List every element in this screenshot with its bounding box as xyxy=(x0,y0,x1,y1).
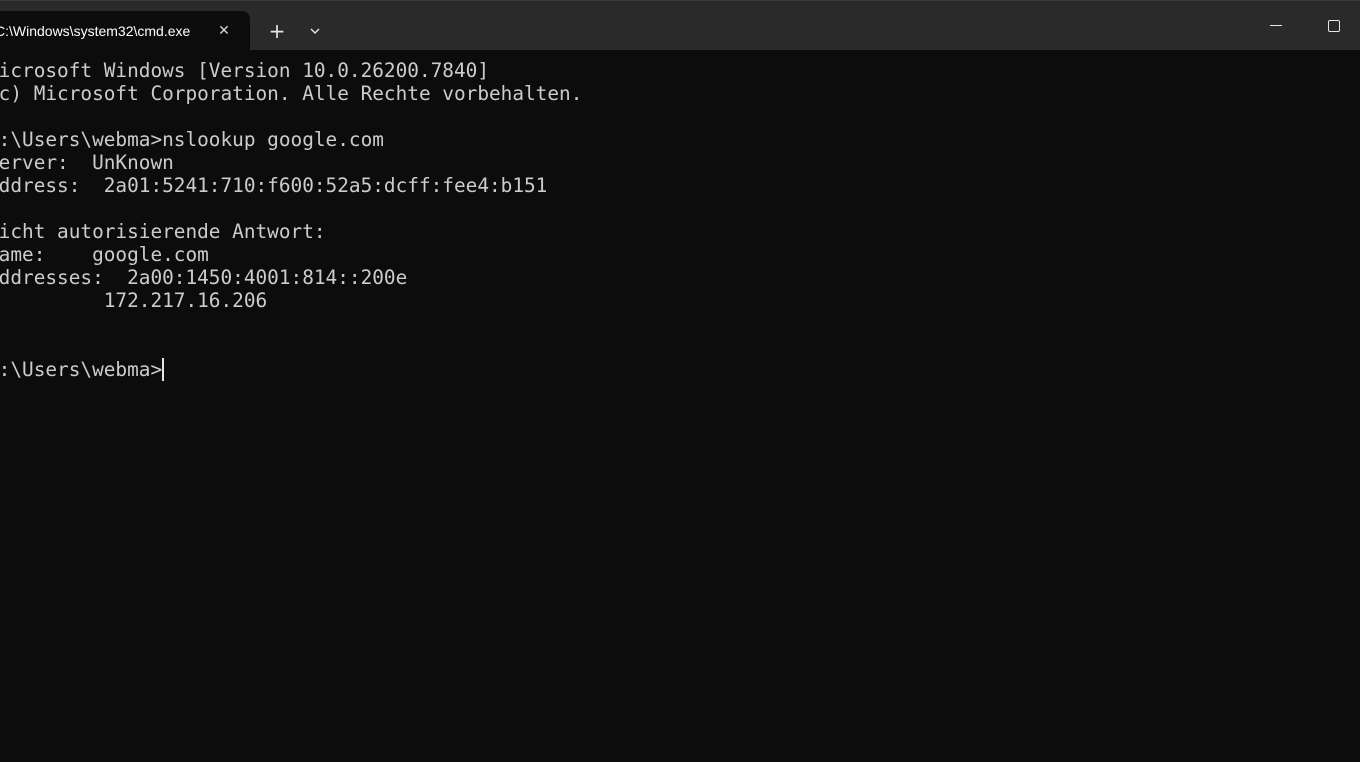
terminal-line: Addresses: 2a00:1450:4001:814::200e xyxy=(0,266,408,289)
terminal-line: 172.217.16.206 xyxy=(0,289,268,312)
terminal-window: C:\Windows\system32\cmd.exe ✕ + Microsof… xyxy=(0,0,1360,762)
minimize-icon[interactable] xyxy=(1262,12,1290,40)
tab-cmd[interactable]: C:\Windows\system32\cmd.exe ✕ xyxy=(0,11,250,50)
terminal-line: Microsoft Windows [Version 10.0.26200.78… xyxy=(0,59,489,82)
chevron-down-icon[interactable] xyxy=(304,20,326,42)
tab-title: C:\Windows\system32\cmd.exe xyxy=(0,23,191,39)
terminal-line: Name: google.com xyxy=(0,243,209,266)
terminal-line: Nicht autorisierende Antwort: xyxy=(0,220,326,243)
text-cursor xyxy=(162,358,165,381)
terminal-prompt: C:\Users\webma> xyxy=(0,358,163,381)
terminal-output[interactable]: Microsoft Windows [Version 10.0.26200.78… xyxy=(0,59,1360,749)
maximize-icon[interactable] xyxy=(1320,12,1348,40)
title-bar: C:\Windows\system32\cmd.exe ✕ + xyxy=(0,0,1360,50)
terminal-line: (c) Microsoft Corporation. Alle Rechte v… xyxy=(0,82,583,105)
close-icon[interactable]: ✕ xyxy=(214,21,234,41)
terminal-line: Server: UnKnown xyxy=(0,151,174,174)
scrollbar[interactable] xyxy=(1354,50,1360,750)
plus-icon[interactable]: + xyxy=(266,20,288,42)
terminal-line: Address: 2a01:5241:710:f600:52a5:dcff:fe… xyxy=(0,174,548,197)
terminal-line: C:\Users\webma>nslookup google.com xyxy=(0,128,384,151)
terminal-prompt-line: C:\Users\webma> xyxy=(0,358,1360,381)
